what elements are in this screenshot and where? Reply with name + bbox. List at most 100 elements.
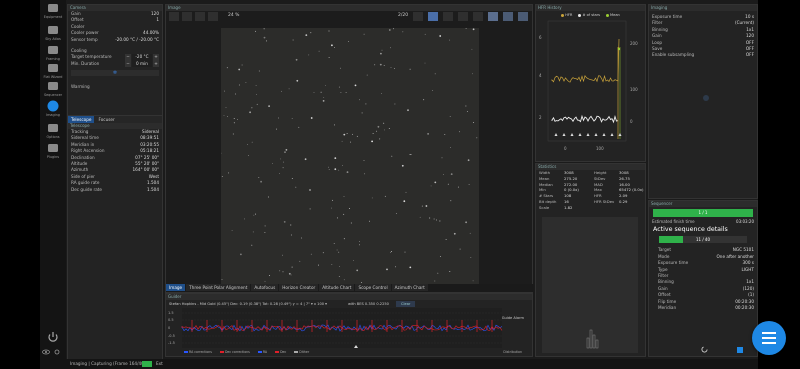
guide-legend-item[interactable]: Dec corrections: [219, 350, 250, 354]
framing-icon[interactable]: [44, 44, 62, 56]
star: [332, 199, 334, 201]
tab-autofocus[interactable]: Autofocus: [251, 284, 279, 291]
tab-horizon-creator[interactable]: Horizon Creator: [279, 284, 319, 291]
nav-label-sequencer[interactable]: Sequencer: [40, 93, 66, 97]
hfr-y-right-tick: 100: [630, 87, 638, 92]
sequencer-icon[interactable]: [44, 80, 62, 92]
stop-sequence-button[interactable]: [737, 347, 743, 353]
star: [466, 111, 468, 112]
guide-legend-item[interactable]: Dec: [275, 350, 286, 354]
star: [309, 189, 311, 191]
zoom-out-icon[interactable]: [182, 12, 192, 21]
settings-icon[interactable]: [53, 349, 61, 355]
tab-image[interactable]: Image: [166, 284, 186, 291]
eye-icon[interactable]: [42, 349, 50, 355]
guide-y-tick: 1.5: [168, 311, 174, 315]
hfr-legend-item[interactable]: HFR: [561, 11, 572, 19]
star: [405, 191, 407, 193]
stretch-icon[interactable]: [428, 12, 438, 21]
star: [444, 133, 446, 135]
star: [343, 196, 345, 198]
star: [328, 57, 330, 58]
tab-three-point-polar-alignment[interactable]: Three Point Polar Alignment: [186, 284, 251, 291]
flat-wizard-icon[interactable]: [44, 62, 62, 74]
star: [255, 213, 257, 215]
min-duration-input[interactable]: 0 min: [132, 60, 152, 68]
camera-icon[interactable]: [44, 2, 62, 14]
hfr-legend-item[interactable]: Mean: [606, 11, 620, 19]
star: [268, 105, 270, 107]
star: [447, 183, 449, 185]
star: [439, 35, 442, 37]
snapshot-button[interactable]: [703, 95, 709, 101]
star: [248, 155, 250, 157]
star: [267, 196, 269, 198]
tab-altitude-chart[interactable]: Altitude Chart: [319, 284, 355, 291]
star: [363, 160, 365, 161]
nav-label-telescope[interactable]: Sky Atlas: [40, 37, 66, 41]
fit-icon[interactable]: [195, 12, 205, 21]
star: [354, 84, 357, 87]
menu-fab-button[interactable]: [752, 321, 786, 355]
imaging-icon[interactable]: [44, 100, 62, 112]
power-icon[interactable]: [47, 331, 59, 343]
star: [260, 180, 262, 183]
guide-legend-item[interactable]: RA: [257, 350, 267, 354]
star: [403, 200, 406, 203]
zoom-in-icon[interactable]: [169, 12, 179, 21]
tab-azimuth-chart[interactable]: Azimuth Chart: [391, 284, 428, 291]
star: [472, 280, 474, 282]
save-image-icon[interactable]: [518, 12, 528, 21]
warming-toggle[interactable]: Warming: [68, 84, 162, 90]
cool-apply-button[interactable]: ❄: [71, 70, 159, 77]
nav-label-camera[interactable]: Equipment: [40, 15, 66, 19]
guider-panel: Guider Stefan Hopkins - Mid Gold (0.45")…: [165, 293, 533, 357]
star: [304, 158, 307, 161]
star: [379, 63, 382, 66]
telescope-icon[interactable]: [44, 24, 62, 36]
actual-size-icon[interactable]: [208, 12, 218, 21]
crosshair-icon[interactable]: [473, 12, 483, 21]
star: [459, 131, 461, 133]
guide-legend-label: Dec corrections: [224, 350, 250, 354]
nav-label-framing[interactable]: Framing: [40, 57, 66, 61]
nav-label-flat-wizard[interactable]: Flat Wizard: [40, 75, 66, 79]
zoom-level: 24 %: [228, 13, 240, 18]
plugins-icon[interactable]: [44, 142, 62, 154]
star: [288, 272, 291, 275]
nav-label-imaging[interactable]: Imaging: [40, 113, 66, 117]
clear-button[interactable]: Clear: [396, 301, 416, 307]
star: [331, 264, 333, 266]
tab-scope-control[interactable]: Scope Control: [355, 284, 391, 291]
star: [402, 31, 404, 33]
nav-label-options[interactable]: Options: [40, 135, 66, 139]
refresh-icon[interactable]: [413, 12, 423, 21]
star-field-image[interactable]: [220, 28, 479, 286]
plate-solve-icon[interactable]: [503, 12, 513, 21]
guide-legend-item[interactable]: Dither: [294, 350, 309, 354]
hfr-legend-item[interactable]: # of stars: [578, 11, 600, 19]
star: [290, 224, 292, 226]
options-icon[interactable]: [44, 122, 62, 134]
nav-label-plugins[interactable]: Plugins: [40, 155, 66, 159]
tab-telescope[interactable]: Telescope: [68, 116, 95, 123]
star: [221, 279, 223, 280]
guide-legend-item[interactable]: RA corrections: [184, 350, 212, 354]
star: [439, 220, 441, 222]
grid-icon[interactable]: [443, 12, 453, 21]
tab-focuser[interactable]: Focuser: [95, 116, 118, 123]
star: [292, 39, 294, 41]
star: [395, 266, 397, 268]
star: [346, 171, 349, 174]
min-duration-decrement-button[interactable]: −: [125, 60, 131, 68]
star: [380, 52, 382, 55]
star: [241, 64, 243, 66]
annotate-icon[interactable]: [488, 12, 498, 21]
status-state: Ext: [156, 361, 163, 366]
star: [429, 217, 431, 219]
star-detect-icon[interactable]: [458, 12, 468, 21]
min-duration-increment-button[interactable]: +: [153, 60, 159, 68]
sequence-panel: Sequencer 1 / 1 Estimated finish time 03:…: [648, 200, 758, 357]
star: [434, 73, 436, 75]
star: [359, 244, 360, 246]
